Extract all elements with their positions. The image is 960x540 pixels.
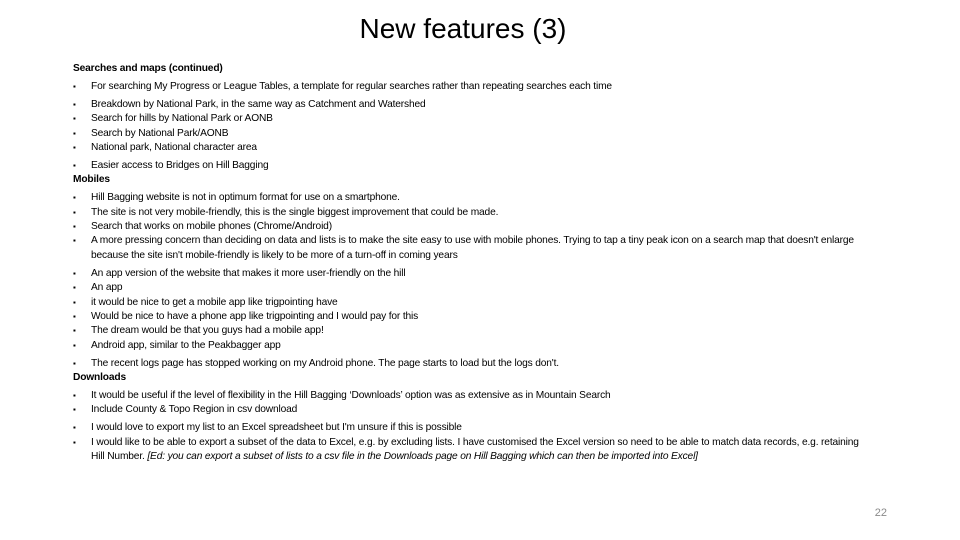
list-item: The recent logs page has stopped working… — [73, 357, 873, 372]
searches-list: For searching My Progress or League Tabl… — [73, 80, 873, 174]
list-item: Search by National Park/AONB — [73, 127, 873, 142]
list-item: An app version of the website that makes… — [73, 267, 873, 282]
list-item: The site is not very mobile-friendly, th… — [73, 206, 873, 221]
list-item: Search that works on mobile phones (Chro… — [73, 220, 873, 235]
list-item: it would be nice to get a mobile app lik… — [73, 296, 873, 311]
list-item: The dream would be that you guys had a m… — [73, 324, 873, 339]
section-heading-downloads: Downloads — [73, 372, 126, 384]
list-item: Breakdown by National Park, in the same … — [73, 98, 873, 113]
slide-title: New features (3) — [359, 13, 567, 44]
list-item: Would be nice to have a phone app like t… — [73, 310, 873, 325]
downloads-list: It would be useful if the level of flexi… — [73, 389, 873, 465]
list-item: Easier access to Bridges on Hill Bagging — [73, 159, 873, 174]
section-heading-searches: Searches and maps (continued) — [73, 63, 223, 74]
mobiles-list: Hill Bagging website is not in optimum f… — [73, 191, 873, 371]
list-item: For searching My Progress or League Tabl… — [73, 80, 873, 95]
list-item: A more pressing concern than deciding on… — [73, 234, 873, 263]
list-item: Include County & Topo Region in csv down… — [73, 403, 873, 418]
list-item: I would like to be able to export a subs… — [73, 436, 873, 465]
page-number: 22 — [874, 507, 887, 519]
list-item: Search for hills by National Park or AON… — [73, 112, 873, 127]
list-item: An app — [73, 281, 873, 296]
list-item: I would love to export my list to an Exc… — [73, 421, 873, 436]
list-item: National park, National character area — [73, 141, 873, 156]
section-heading-mobiles: Mobiles — [73, 174, 110, 186]
list-item: Android app, similar to the Peakbagger a… — [73, 339, 873, 354]
editor-note: [Ed: you can export a subset of lists to… — [147, 451, 698, 463]
list-item: Hill Bagging website is not in optimum f… — [73, 191, 873, 206]
slide-content: Searches and maps (continued) For search… — [73, 62, 873, 465]
list-item: It would be useful if the level of flexi… — [73, 389, 873, 404]
